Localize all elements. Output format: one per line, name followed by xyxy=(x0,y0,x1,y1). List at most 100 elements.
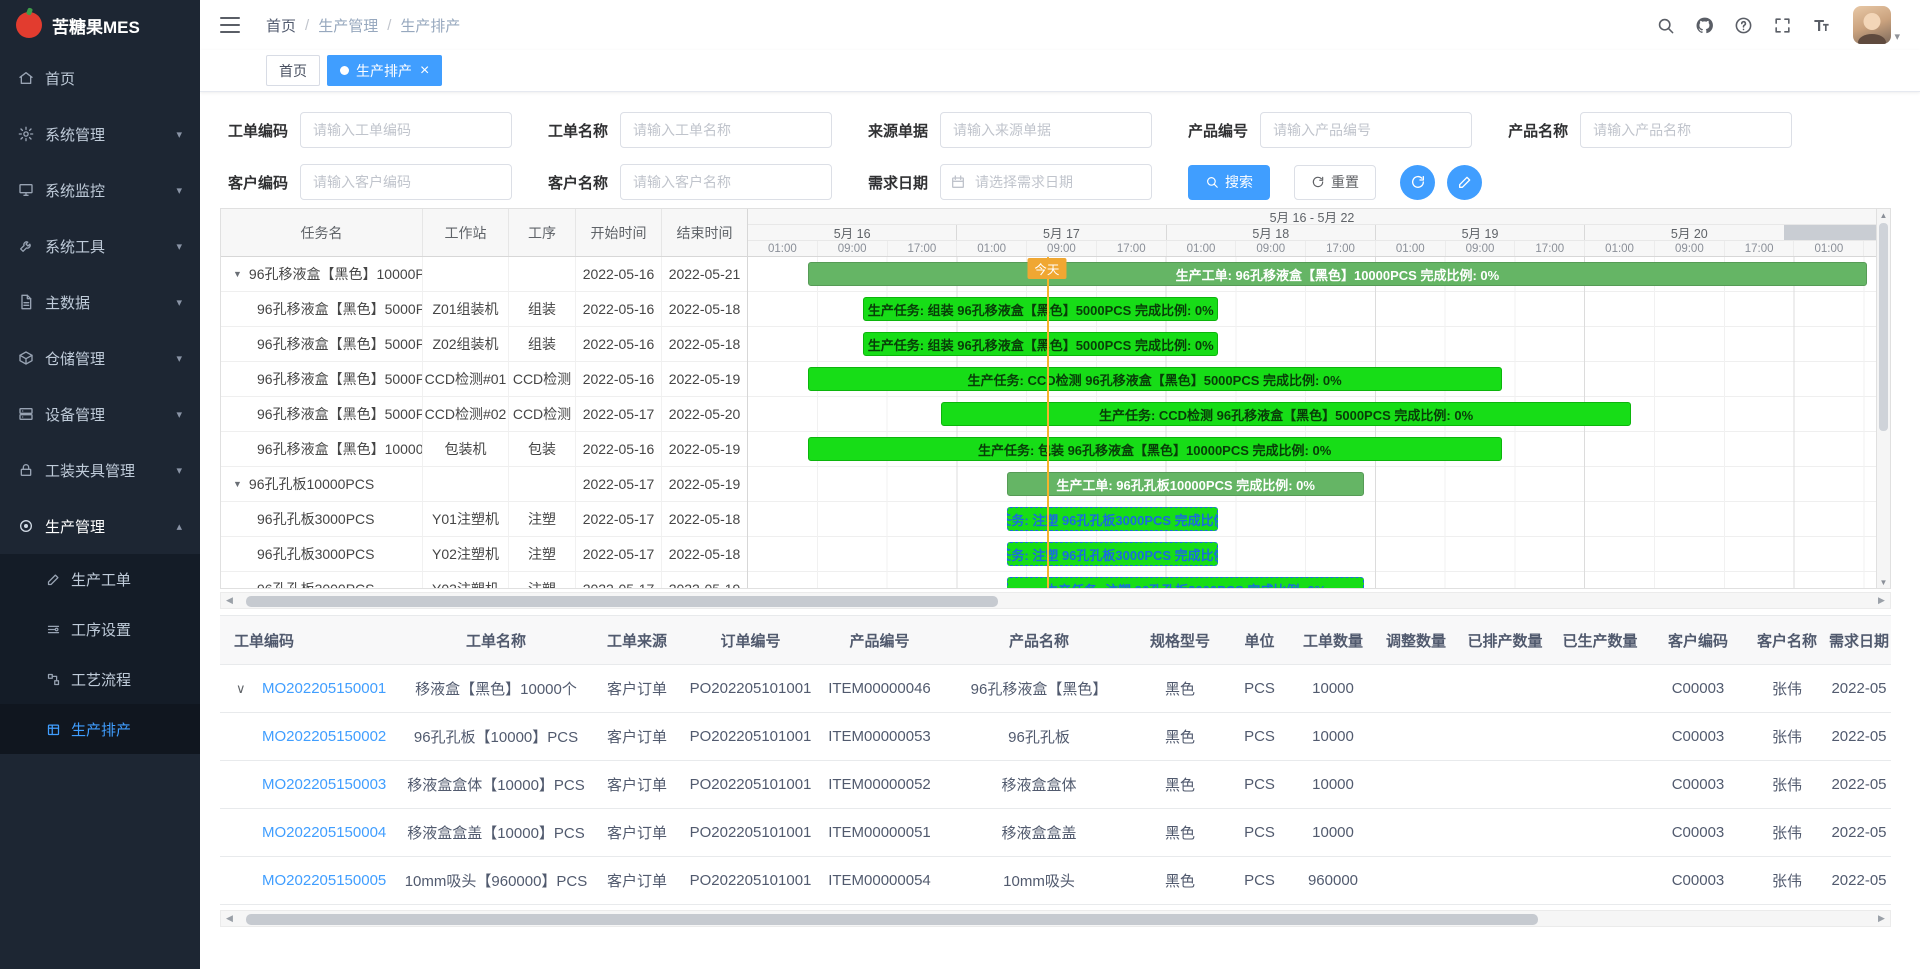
table-row[interactable]: MO20220515000510mm吸头【960000】PCS客户订单PO202… xyxy=(220,857,1891,905)
filter-input-客户编码[interactable] xyxy=(300,164,512,200)
sidebar-item-系统管理[interactable]: 系统管理▾ xyxy=(0,106,200,162)
tab-首页[interactable]: 首页 xyxy=(266,55,320,86)
filter-input-工单名称[interactable] xyxy=(620,112,832,148)
gantt-horizontal-scrollbar[interactable]: ◀ ▶ xyxy=(220,592,1891,609)
breadcrumb-item[interactable]: 生产排产 xyxy=(400,15,460,36)
gantt-task-bar[interactable]: 生产任务: 注塑 96孔孔板3000PCS 完成比例: 0% xyxy=(1007,577,1363,588)
filter-input-来源单据[interactable] xyxy=(940,112,1152,148)
sidebar-item-仓储管理[interactable]: 仓储管理▾ xyxy=(0,330,200,386)
workorder-link[interactable]: MO202205150003 xyxy=(262,776,386,793)
table-hscroll-track[interactable] xyxy=(238,911,1873,926)
edit-circle-button[interactable] xyxy=(1447,165,1482,200)
breadcrumb-item[interactable]: 生产管理 xyxy=(318,15,378,36)
gantt-task-row[interactable]: 96孔孔板3000PCSY01注塑机注塑2022-05-172022-05-18 xyxy=(221,502,747,537)
tab-label: 生产排产 xyxy=(356,61,412,81)
gantt-task-row[interactable]: 96孔孔板3000PCSY03注塑机注塑2022-05-172022-05-19 xyxy=(221,572,747,588)
workorder-link[interactable]: MO202205150005 xyxy=(262,872,386,889)
refresh-circle-button[interactable] xyxy=(1400,165,1435,200)
collapse-menu-icon[interactable] xyxy=(220,17,240,33)
gantt-task-row[interactable]: 96孔移液盒【黑色】5000PCSCCD检测#01CCD检测2022-05-16… xyxy=(221,362,747,397)
sidebar-subitem-工序设置[interactable]: 工序设置 xyxy=(0,604,200,654)
gantt-task-name: 96孔移液盒【黑色】5000PCS xyxy=(221,292,423,326)
gantt-task-bar[interactable]: 生产任务: CCD检测 96孔移液盒【黑色】5000PCS 完成比例: 0% xyxy=(941,402,1631,426)
gantt-header-scrollbar-thumb[interactable] xyxy=(1784,225,1876,240)
expand-chevron-icon[interactable]: ∨ xyxy=(236,681,246,697)
gantt-task-bar[interactable]: 生产任务: 组装 96孔移液盒【黑色】5000PCS 完成比例: 0% xyxy=(863,297,1218,321)
tab-生产排产[interactable]: 生产排产 × xyxy=(327,55,442,86)
sidebar-item-系统监控[interactable]: 系统监控▾ xyxy=(0,162,200,218)
collapse-triangle-icon[interactable]: ▼ xyxy=(233,269,242,279)
gantt-hscroll-thumb[interactable] xyxy=(246,596,998,607)
table-cell: ITEM00000046 xyxy=(815,665,944,712)
gantt-vscroll-track[interactable] xyxy=(1877,221,1890,576)
sidebar-subitem-生产排产[interactable]: 生产排产 xyxy=(0,704,200,754)
help-icon[interactable] xyxy=(1728,8,1758,42)
sidebar-subitem-生产工单[interactable]: 生产工单 xyxy=(0,554,200,604)
breadcrumb-item[interactable]: 首页 xyxy=(266,15,296,36)
scroll-up-arrow-icon[interactable]: ▲ xyxy=(1880,209,1888,221)
schedule-icon xyxy=(46,722,61,737)
table-hscroll-thumb[interactable] xyxy=(246,914,1538,925)
table-column-header: 已排产数量 xyxy=(1459,616,1551,664)
scroll-left-arrow-icon[interactable]: ◀ xyxy=(221,913,238,924)
table-row[interactable]: ∨MO202205150001移液盒【黑色】10000个客户订单PO202205… xyxy=(220,665,1891,713)
gantt-task-row[interactable]: 96孔移液盒【黑色】5000PCSZ01组装机组装2022-05-162022-… xyxy=(221,292,747,327)
avatar[interactable] xyxy=(1853,6,1891,44)
table-row[interactable]: MO20220515000296孔孔板【10000】PCS客户订单PO20220… xyxy=(220,713,1891,761)
filter-input-产品编号[interactable] xyxy=(1260,112,1472,148)
app-logo[interactable]: 苦糖果MES xyxy=(0,0,200,50)
table-row[interactable]: MO202205150003移液盒盒体【10000】PCS客户订单PO20220… xyxy=(220,761,1891,809)
font-size-icon[interactable] xyxy=(1806,8,1836,42)
gantt-task-bar[interactable]: 生产任务: 注塑 96孔孔板3000PCS 完成比例: 0% xyxy=(1007,507,1218,531)
scroll-right-arrow-icon[interactable]: ▶ xyxy=(1873,913,1890,924)
sidebar-item-生产管理[interactable]: 生产管理▴ xyxy=(0,498,200,554)
workorder-link[interactable]: MO202205150002 xyxy=(262,728,386,745)
filter-input-需求日期[interactable] xyxy=(940,164,1152,200)
fullscreen-icon[interactable] xyxy=(1767,8,1797,42)
gantt-task-bar[interactable]: 生产任务: 包装 96孔移液盒【黑色】10000PCS 完成比例: 0% xyxy=(808,437,1502,461)
gantt-hour-label: 01:00 xyxy=(748,241,818,256)
gantt-task-bar[interactable]: 生产任务: 组装 96孔移液盒【黑色】5000PCS 完成比例: 0% xyxy=(863,332,1218,356)
sidebar-item-主数据[interactable]: 主数据▾ xyxy=(0,274,200,330)
table-header-row: 工单编码工单名称工单来源订单编号产品编号产品名称规格型号单位工单数量调整数量已排… xyxy=(220,616,1891,665)
gantt-vscroll-thumb[interactable] xyxy=(1879,223,1888,431)
gantt-task-bar[interactable]: 生产任务: 注塑 96孔孔板3000PCS 完成比例: 0% xyxy=(1007,542,1218,566)
gantt-hour-label: 01:00 xyxy=(957,241,1027,256)
reset-button[interactable]: 重置 xyxy=(1294,165,1376,200)
collapse-triangle-icon[interactable]: ▼ xyxy=(233,479,242,489)
filter-input-客户名称[interactable] xyxy=(620,164,832,200)
search-button[interactable]: 搜索 xyxy=(1188,165,1270,200)
search-icon[interactable] xyxy=(1650,8,1680,42)
gantt-project-bar[interactable]: 生产工单: 96孔孔板10000PCS 完成比例: 0% xyxy=(1007,472,1363,496)
workorder-link[interactable]: MO202205150004 xyxy=(262,824,386,841)
gantt-task-row[interactable]: 96孔移液盒【黑色】10000PCS包装机包装2022-05-162022-05… xyxy=(221,432,747,467)
scroll-right-arrow-icon[interactable]: ▶ xyxy=(1873,595,1890,606)
chevron-down-icon: ▾ xyxy=(176,408,182,421)
github-icon[interactable] xyxy=(1689,8,1719,42)
close-icon[interactable]: × xyxy=(420,63,429,79)
table-horizontal-scrollbar[interactable]: ◀ ▶ xyxy=(220,910,1891,927)
gantt-vertical-scrollbar[interactable]: ▲ ▼ xyxy=(1876,209,1890,588)
filter-input-工单编码[interactable] xyxy=(300,112,512,148)
workorder-link[interactable]: MO202205150001 xyxy=(262,680,386,697)
sidebar-item-工装夹具管理[interactable]: 工装夹具管理▾ xyxy=(0,442,200,498)
gantt-task-row[interactable]: 96孔孔板3000PCSY02注塑机注塑2022-05-172022-05-18 xyxy=(221,537,747,572)
gantt-task-start: 2022-05-16 xyxy=(576,432,662,466)
scroll-left-arrow-icon[interactable]: ◀ xyxy=(221,595,238,606)
gantt-task-row[interactable]: 96孔移液盒【黑色】5000PCSCCD检测#02CCD检测2022-05-17… xyxy=(221,397,747,432)
gantt-hscroll-track[interactable] xyxy=(238,593,1873,608)
scroll-down-arrow-icon[interactable]: ▼ xyxy=(1880,576,1888,588)
sidebar-subitem-工艺流程[interactable]: 工艺流程 xyxy=(0,654,200,704)
sidebar-item-系统工具[interactable]: 系统工具▾ xyxy=(0,218,200,274)
gantt-task-bar[interactable]: 生产任务: CCD检测 96孔移液盒【黑色】5000PCS 完成比例: 0% xyxy=(808,367,1502,391)
gantt-hour-label: 09:00 xyxy=(818,241,888,256)
gantt-task-row[interactable]: ▼96孔孔板10000PCS2022-05-172022-05-19 xyxy=(221,467,747,502)
sidebar-item-首页[interactable]: 首页 xyxy=(0,50,200,106)
table-row[interactable]: MO202205150004移液盒盒盖【10000】PCS客户订单PO20220… xyxy=(220,809,1891,857)
gantt-project-bar[interactable]: 生产工单: 96孔移液盒【黑色】10000PCS 完成比例: 0% xyxy=(808,262,1867,286)
gantt-task-row[interactable]: ▼96孔移液盒【黑色】10000PCS2022-05-162022-05-21 xyxy=(221,257,747,292)
user-menu[interactable]: ▾ xyxy=(1853,6,1900,44)
sidebar-item-设备管理[interactable]: 设备管理▾ xyxy=(0,386,200,442)
filter-input-产品名称[interactable] xyxy=(1580,112,1792,148)
gantt-task-row[interactable]: 96孔移液盒【黑色】5000PCSZ02组装机组装2022-05-162022-… xyxy=(221,327,747,362)
